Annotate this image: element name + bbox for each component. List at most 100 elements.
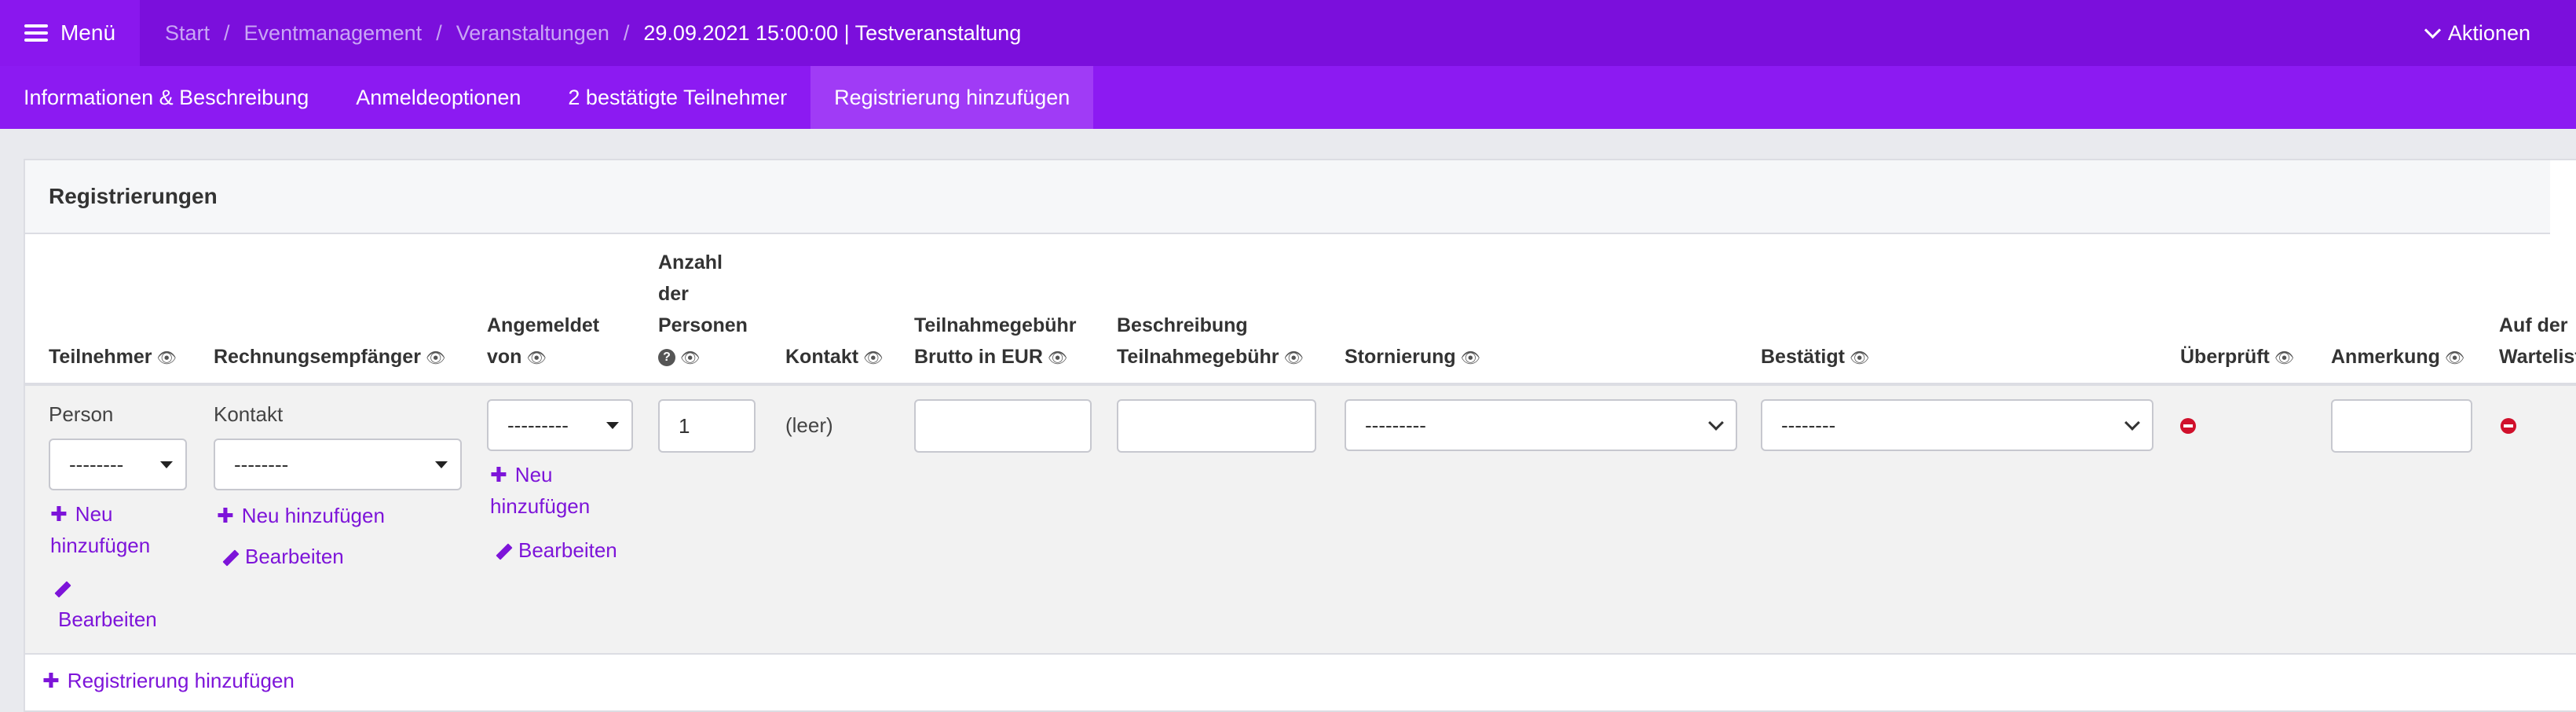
registrations-card: Registrierungen Teilnehmer 👁 Rechnungsemp… <box>24 159 2576 712</box>
bestaetigt-select-value: -------- <box>1781 413 1836 437</box>
eye-slash-icon[interactable]: 👁 <box>526 343 546 374</box>
link-label: Bearbeiten <box>245 545 344 568</box>
column-header-warteliste[interactable]: Auf der Warteliste <box>2499 310 2576 373</box>
column-label: Teilnehmer <box>49 346 152 368</box>
column-label: Anmerkung <box>2331 346 2440 368</box>
section-title: Registrierungen <box>49 184 218 208</box>
eye-slash-icon[interactable]: 👁 <box>1461 343 1480 374</box>
link-label: Neu <box>514 463 553 486</box>
not-checked-icon[interactable] <box>2180 418 2196 434</box>
anmerkung-input[interactable] <box>2331 399 2472 453</box>
breadcrumb-eventmanagement[interactable]: Eventmanagement <box>244 21 423 46</box>
eye-slash-icon[interactable]: 👁 <box>1048 343 1067 374</box>
person-add-new-link[interactable]: ✚ Neu hinzufügen <box>50 498 150 561</box>
top-bar: Menü Start / Eventmanagement / Veranstal… <box>0 0 2576 66</box>
anzahl-personen-input[interactable]: 1 <box>658 399 756 453</box>
column-label: Angemeldet <box>487 314 600 336</box>
kontakt-select-value: -------- <box>234 452 289 476</box>
column-header-teilnehmer[interactable]: Teilnehmer 👁 <box>49 341 177 374</box>
eye-slash-icon[interactable]: 👁 <box>1284 343 1304 374</box>
eye-slash-icon[interactable]: 👁 <box>680 343 700 374</box>
tab-informationen[interactable]: Informationen & Beschreibung <box>0 66 332 129</box>
column-header-bestaetigt[interactable]: Bestätigt 👁 <box>1761 341 1869 374</box>
caret-down-icon <box>160 461 173 468</box>
column-label: Warteliste <box>2499 346 2576 368</box>
kontakt-add-new-link[interactable]: ✚ Neu hinzufügen <box>217 500 385 531</box>
column-label: Kontakt <box>785 346 859 368</box>
column-label: von <box>487 346 522 368</box>
add-registration-link[interactable]: ✚ Registrierung hinzufügen <box>42 665 295 696</box>
stornierung-select-value: --------- <box>1365 413 1426 437</box>
link-label: hinzufügen <box>490 494 591 518</box>
link-label: hinzufügen <box>50 534 151 557</box>
caret-down-icon <box>606 422 619 429</box>
column-label: Stornierung <box>1345 346 1456 368</box>
card-header: Registrierungen <box>25 160 2550 234</box>
link-label: Neu <box>75 502 113 526</box>
person-edit-link[interactable]: Bearbeiten <box>54 572 157 635</box>
eye-slash-icon[interactable]: 👁 <box>2445 343 2464 374</box>
breadcrumb-separator: / <box>224 20 230 45</box>
column-header-rechnungsempfaenger[interactable]: Rechnungsempfänger 👁 <box>214 341 445 374</box>
stornierung-select[interactable]: --------- <box>1345 399 1737 451</box>
eye-slash-icon[interactable]: 👁 <box>157 343 177 374</box>
angemeldet-select-value: --------- <box>507 413 569 437</box>
help-icon[interactable]: ? <box>658 349 675 367</box>
actions-label: Aktionen <box>2447 20 2530 45</box>
eye-slash-icon[interactable]: 👁 <box>1850 343 1869 374</box>
menu-label: Menü <box>60 20 116 45</box>
column-label: Teilnahmegebühr <box>1117 346 1279 368</box>
column-header-stornierung[interactable]: Stornierung 👁 <box>1345 341 1480 374</box>
kontakt-select[interactable]: -------- <box>214 439 462 490</box>
column-label: Rechnungsempfänger <box>214 346 421 368</box>
column-header-kontakt[interactable]: Kontakt 👁 <box>785 341 883 374</box>
angemeldet-von-select[interactable]: --------- <box>487 399 633 451</box>
column-label: Bestätigt <box>1761 346 1845 368</box>
column-label: Personen <box>658 314 748 336</box>
column-label: Anzahl <box>658 251 723 273</box>
column-header-angemeldet-von[interactable]: Angemeldet von 👁 <box>487 310 599 374</box>
column-header-teilnahmegebuehr[interactable]: Teilnahmegebühr Brutto in EUR 👁 <box>914 310 1077 374</box>
column-header-anmerkung[interactable]: Anmerkung 👁 <box>2331 341 2464 374</box>
breadcrumb-separator: / <box>623 20 630 45</box>
caret-down-icon <box>435 461 448 468</box>
actions-dropdown[interactable]: Aktionen <box>2424 0 2530 66</box>
chevron-down-icon <box>2424 21 2442 39</box>
bestaetigt-select[interactable]: -------- <box>1761 399 2153 451</box>
angemeldet-edit-link[interactable]: Bearbeiten <box>496 534 617 566</box>
tab-anmeldeoptionen[interactable]: Anmeldeoptionen <box>332 66 544 129</box>
breadcrumb-veranstaltungen[interactable]: Veranstaltungen <box>456 21 609 46</box>
tab-teilnehmer[interactable]: 2 bestätigte Teilnehmer <box>544 66 810 129</box>
kontakt-value: (leer) <box>785 413 833 437</box>
breadcrumb-start[interactable]: Start <box>165 21 210 46</box>
column-label: Beschreibung <box>1117 314 1248 336</box>
column-header-beschreibung[interactable]: Beschreibung Teilnahmegebühr 👁 <box>1117 310 1304 374</box>
breadcrumb-separator: / <box>436 20 442 45</box>
not-on-waitlist-icon[interactable] <box>2501 418 2516 434</box>
kontakt-edit-link[interactable]: Bearbeiten <box>222 541 344 572</box>
plus-icon: ✚ <box>50 502 68 526</box>
tab-registrierung-hinzufuegen[interactable]: Registrierung hinzufügen <box>810 66 1094 129</box>
link-label: Bearbeiten <box>518 538 617 562</box>
eye-slash-icon[interactable]: 👁 <box>426 343 445 374</box>
link-label: Registrierung hinzufügen <box>67 669 295 692</box>
person-select[interactable]: -------- <box>49 439 187 490</box>
tab-bar: Informationen & Beschreibung Anmeldeopti… <box>0 66 2576 129</box>
chevron-down-icon <box>1708 415 1724 431</box>
teilnahmegebuehr-input[interactable] <box>914 399 1092 453</box>
menu-button[interactable]: Menü <box>0 0 140 66</box>
column-header-ueberprueft[interactable]: Überprüft 👁 <box>2180 341 2294 374</box>
column-header-anzahl[interactable]: Anzahl der Personen ? 👁 <box>658 247 748 374</box>
column-label: Auf der <box>2499 314 2568 336</box>
beschreibung-teilnahmegebuehr-input[interactable] <box>1117 399 1316 453</box>
plus-icon: ✚ <box>217 504 234 527</box>
column-label: Überprüft <box>2180 346 2270 368</box>
kontakt-label: Kontakt <box>214 402 284 426</box>
eye-slash-icon[interactable]: 👁 <box>863 343 883 374</box>
angemeldet-add-new-link[interactable]: ✚ Neu hinzufügen <box>490 459 590 522</box>
column-label: der <box>658 283 689 305</box>
hamburger-icon <box>24 24 48 42</box>
anzahl-value: 1 <box>679 413 690 438</box>
plus-icon: ✚ <box>490 463 507 486</box>
eye-slash-icon[interactable]: 👁 <box>2274 343 2294 374</box>
